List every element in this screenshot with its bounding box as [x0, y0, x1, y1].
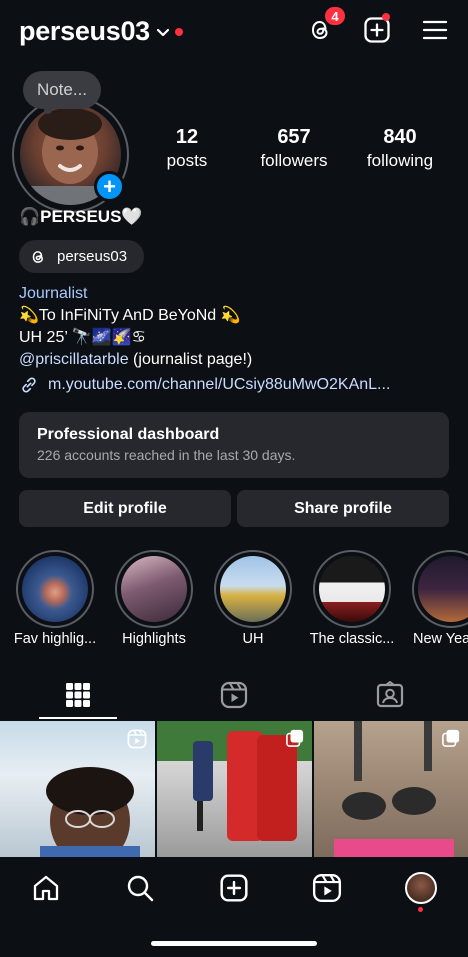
- tab-grid[interactable]: [39, 670, 117, 720]
- reels-icon: [220, 681, 248, 709]
- highlight-cover: [22, 556, 88, 622]
- highlight-cover: [418, 556, 468, 622]
- reels-icon: [312, 873, 342, 903]
- profile-avatar-icon: [405, 872, 437, 904]
- display-name: 🎧PERSEUS🤍: [19, 207, 143, 226]
- highlight-ring: [313, 550, 391, 628]
- top-bar: perseus03 4: [0, 0, 468, 64]
- following-stat[interactable]: 840 following: [355, 126, 445, 171]
- professional-dashboard[interactable]: Professional dashboard 226 accounts reac…: [19, 412, 449, 478]
- profile-tabs: [0, 670, 468, 720]
- nav-search[interactable]: [123, 871, 157, 905]
- bio-line-3: @priscillatarble (journalist page!): [19, 349, 252, 371]
- highlight-item[interactable]: Fav highlig...: [14, 550, 96, 647]
- followers-stat[interactable]: 657 followers: [249, 126, 339, 171]
- home-indicator: [151, 941, 317, 946]
- post-thumbnail[interactable]: [157, 721, 312, 857]
- profile-notification-dot: [418, 907, 423, 912]
- bio-link[interactable]: m.youtube.com/channel/UCsiy88uMwO2KAnL..…: [19, 375, 390, 395]
- bio-link-text[interactable]: m.youtube.com/channel/UCsiy88uMwO2KAnL..…: [48, 376, 390, 394]
- dashboard-subtitle: 226 accounts reached in the last 30 days…: [37, 447, 296, 463]
- highlight-item[interactable]: UH: [213, 550, 293, 647]
- nav-profile[interactable]: [404, 871, 438, 905]
- tab-reels[interactable]: [195, 670, 273, 720]
- post-thumbnail[interactable]: [0, 721, 155, 857]
- username[interactable]: perseus03: [19, 16, 150, 47]
- mention-suffix: (journalist page!): [128, 351, 253, 368]
- note-bubble-tail: [44, 106, 52, 114]
- carousel-indicator-icon: [442, 729, 460, 747]
- threads-badge: 4: [323, 5, 347, 27]
- chevron-down-icon[interactable]: [156, 28, 170, 38]
- highlight-ring: [115, 550, 193, 628]
- nav-create[interactable]: [217, 871, 251, 905]
- bio-category: Journalist: [19, 285, 88, 302]
- highlight-ring: [214, 550, 292, 628]
- dashboard-title: Professional dashboard: [37, 426, 220, 443]
- highlight-cover: [319, 556, 385, 622]
- bio: Journalist 💫To InFiNiTy AnD BeYoNd 💫 UH …: [19, 283, 252, 371]
- highlight-cover: [220, 556, 286, 622]
- create-notification-dot: [382, 13, 390, 21]
- bio-line-2: UH 25’ 🔭🌌🌠♋: [19, 329, 146, 346]
- add-story-button[interactable]: +: [94, 171, 125, 202]
- highlight-label: Highlights: [122, 631, 186, 647]
- search-icon: [127, 875, 154, 902]
- share-profile-button[interactable]: Share profile: [237, 490, 449, 527]
- highlight-item[interactable]: The classic...: [310, 550, 394, 647]
- menu-icon[interactable]: [421, 16, 449, 44]
- account-switcher[interactable]: perseus03: [19, 16, 183, 47]
- link-icon: [22, 377, 36, 393]
- posts-label: posts: [166, 151, 208, 170]
- followers-label: followers: [260, 151, 328, 170]
- post-grid: [0, 721, 468, 857]
- posts-count: 12: [175, 126, 199, 148]
- threads-profile-chip[interactable]: perseus03: [19, 240, 144, 273]
- highlight-item[interactable]: Highlights: [114, 550, 194, 647]
- notification-dot: [174, 27, 183, 36]
- nav-home[interactable]: [29, 871, 63, 905]
- create-icon: [220, 874, 248, 902]
- post-thumbnail[interactable]: [314, 721, 468, 857]
- carousel-indicator-icon: [286, 729, 304, 747]
- highlight-cover: [121, 556, 187, 622]
- followers-count: 657: [277, 126, 311, 148]
- mention-link[interactable]: @priscillatarble: [19, 351, 129, 368]
- posts-stat[interactable]: 12 posts: [148, 126, 226, 171]
- highlight-label: The classic...: [309, 631, 395, 647]
- tagged-icon: [376, 681, 404, 708]
- bio-line-1: 💫To InFiNiTy AnD BeYoNd 💫: [19, 307, 241, 324]
- highlight-label: UH: [242, 631, 264, 647]
- highlight-ring: [16, 550, 94, 628]
- highlight-label: New Yea: [413, 631, 468, 647]
- highlight-item[interactable]: New Yea: [411, 550, 468, 647]
- home-icon: [33, 875, 59, 901]
- note-bubble[interactable]: Note...: [23, 71, 101, 109]
- active-tab-indicator: [39, 717, 117, 719]
- reel-indicator-icon: [127, 729, 147, 749]
- edit-profile-button[interactable]: Edit profile: [19, 490, 231, 527]
- tab-tagged[interactable]: [351, 670, 429, 720]
- following-label: following: [366, 151, 434, 170]
- threads-handle: perseus03: [57, 248, 128, 265]
- following-count: 840: [383, 126, 417, 148]
- highlight-label: Fav highlig...: [13, 631, 97, 647]
- nav-reels[interactable]: [310, 871, 344, 905]
- grid-icon: [66, 683, 90, 707]
- threads-icon: [32, 250, 43, 263]
- highlight-ring: [412, 550, 468, 628]
